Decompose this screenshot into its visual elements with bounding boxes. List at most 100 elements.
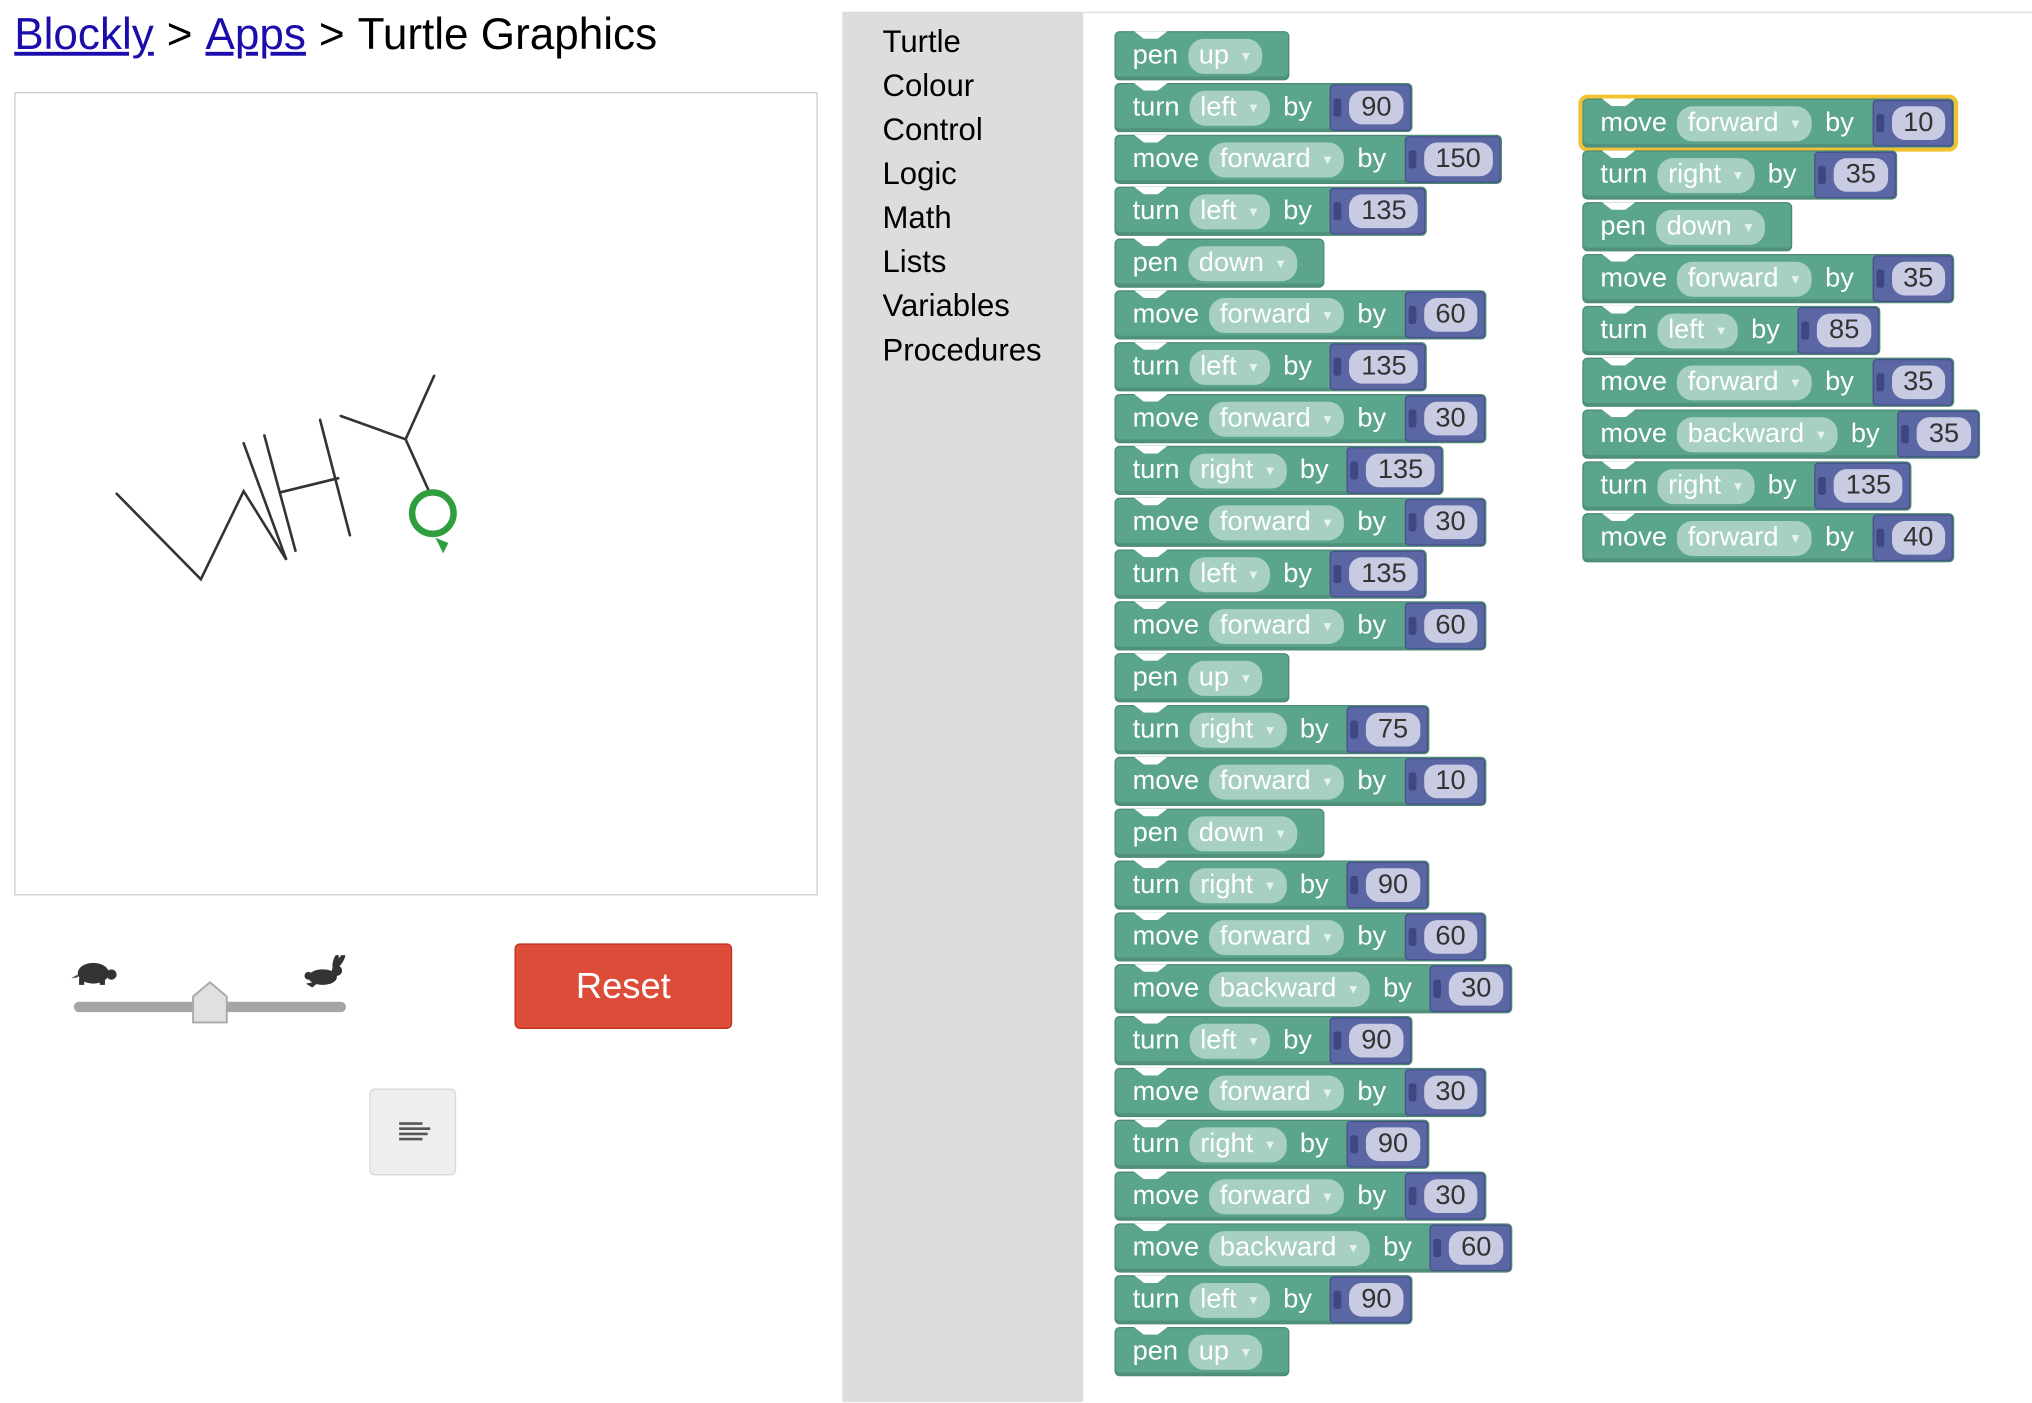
number-block[interactable]: 90 (1330, 1276, 1411, 1324)
direction-dropdown[interactable]: right ▾ (1657, 468, 1755, 504)
pen-block[interactable]: pen up ▾ (1114, 1327, 1290, 1377)
number-input[interactable]: 60 (1449, 1231, 1504, 1265)
number-block[interactable]: 135 (1330, 343, 1427, 391)
number-block[interactable]: 30 (1404, 395, 1486, 442)
number-block[interactable]: 60 (1404, 291, 1486, 339)
move-block[interactable]: move backward ▾ by 60 (1114, 1223, 1513, 1273)
number-input[interactable]: 90 (1366, 868, 1420, 902)
number-block[interactable]: 85 (1797, 307, 1879, 354)
direction-dropdown[interactable]: forward ▾ (1209, 401, 1345, 437)
direction-dropdown[interactable]: up ▾ (1188, 38, 1263, 74)
number-input[interactable]: 10 (1423, 764, 1478, 799)
direction-dropdown[interactable]: backward ▾ (1209, 1230, 1371, 1266)
category-logic[interactable]: Logic (883, 157, 957, 193)
number-block[interactable]: 35 (1897, 410, 1979, 458)
direction-dropdown[interactable]: forward ▾ (1209, 504, 1345, 540)
pen-block[interactable]: pen up ▾ (1114, 653, 1290, 703)
direction-dropdown[interactable]: forward ▾ (1209, 919, 1345, 955)
speed-slider[interactable] (71, 952, 350, 1030)
number-input[interactable]: 30 (1423, 1075, 1478, 1110)
direction-dropdown[interactable]: left ▾ (1189, 193, 1271, 229)
move-block[interactable]: move forward ▾ by 10 (1114, 756, 1487, 807)
number-block[interactable]: 90 (1330, 1017, 1411, 1064)
number-input[interactable]: 135 (1349, 194, 1419, 229)
number-input[interactable]: 35 (1891, 261, 1946, 296)
number-input[interactable]: 35 (1834, 158, 1888, 192)
move-block[interactable]: move forward ▾ by 60 (1114, 912, 1487, 962)
turn-block[interactable]: turn right ▾ by 35 (1582, 150, 1897, 200)
pen-block[interactable]: pen down ▾ (1114, 808, 1325, 858)
direction-dropdown[interactable]: forward ▾ (1209, 297, 1345, 333)
direction-dropdown[interactable]: right ▾ (1189, 867, 1287, 903)
move-block[interactable]: move backward ▾ by 30 (1114, 964, 1513, 1014)
number-input[interactable]: 90 (1366, 1127, 1420, 1162)
slider-knob[interactable] (190, 981, 229, 1025)
number-block[interactable]: 30 (1404, 498, 1486, 546)
direction-dropdown[interactable]: left ▾ (1189, 556, 1271, 592)
number-input[interactable]: 90 (1349, 1023, 1404, 1058)
direction-dropdown[interactable]: right ▾ (1657, 157, 1755, 193)
move-block[interactable]: move forward ▾ by 30 (1114, 497, 1487, 547)
category-turtle[interactable]: Turtle (883, 25, 961, 61)
number-block[interactable]: 60 (1404, 913, 1486, 961)
direction-dropdown[interactable]: forward ▾ (1209, 608, 1345, 644)
turn-block[interactable]: turn left ▾ by 135 (1114, 186, 1428, 236)
direction-dropdown[interactable]: right ▾ (1189, 1126, 1287, 1162)
apps-link[interactable]: Apps (205, 10, 305, 59)
direction-dropdown[interactable]: up ▾ (1188, 1334, 1263, 1370)
direction-dropdown[interactable]: up ▾ (1188, 660, 1263, 696)
direction-dropdown[interactable]: forward ▾ (1677, 520, 1813, 556)
direction-dropdown[interactable]: left ▾ (1189, 1023, 1271, 1059)
number-block[interactable]: 90 (1330, 84, 1411, 131)
turn-block[interactable]: turn right ▾ by 135 (1114, 445, 1445, 496)
direction-dropdown[interactable]: down ▾ (1188, 245, 1298, 281)
turn-block[interactable]: turn right ▾ by 75 (1114, 704, 1429, 755)
direction-dropdown[interactable]: right ▾ (1189, 452, 1287, 488)
direction-dropdown[interactable]: down ▾ (1188, 815, 1298, 851)
move-block[interactable]: move forward ▾ by 35 (1582, 253, 1955, 304)
number-input[interactable]: 30 (1423, 505, 1478, 540)
block-workspace[interactable]: pen up ▾ turn left ▾ by 90 move forward ▾ by 150 turn… (1083, 11, 2032, 1403)
move-block[interactable]: move forward ▾ by 150 (1114, 134, 1502, 185)
move-block[interactable]: move forward ▾ by 60 (1114, 290, 1487, 340)
number-block[interactable]: 35 (1814, 151, 1896, 199)
turn-block[interactable]: turn left ▾ by 90 (1114, 82, 1413, 133)
number-input[interactable]: 35 (1891, 365, 1946, 400)
direction-dropdown[interactable]: forward ▾ (1677, 261, 1813, 297)
number-block[interactable]: 90 (1346, 861, 1428, 909)
show-code-button[interactable] (369, 1088, 457, 1176)
number-input[interactable]: 60 (1423, 298, 1478, 332)
number-block[interactable]: 30 (1429, 965, 1511, 1013)
number-input[interactable]: 30 (1423, 401, 1478, 436)
number-block[interactable]: 135 (1814, 462, 1911, 510)
reset-button[interactable]: Reset (514, 943, 733, 1029)
category-colour[interactable]: Colour (883, 69, 975, 105)
number-block[interactable]: 90 (1346, 1120, 1428, 1168)
direction-dropdown[interactable]: forward ▾ (1209, 141, 1345, 177)
turn-block[interactable]: turn right ▾ by 90 (1114, 1119, 1429, 1169)
category-procedures[interactable]: Procedures (883, 333, 1042, 369)
number-input[interactable]: 60 (1423, 920, 1478, 954)
direction-dropdown[interactable]: left ▾ (1189, 1282, 1271, 1318)
move-block[interactable]: move forward ▾ by 40 (1582, 513, 1955, 563)
move-block[interactable]: move forward ▾ by 30 (1114, 393, 1487, 444)
pen-block[interactable]: pen up ▾ (1114, 31, 1290, 81)
direction-dropdown[interactable]: forward ▾ (1209, 1178, 1345, 1214)
number-input[interactable]: 135 (1834, 469, 1903, 503)
turn-block[interactable]: turn right ▾ by 135 (1582, 461, 1912, 511)
number-input[interactable]: 40 (1891, 520, 1946, 555)
number-input[interactable]: 35 (1917, 417, 1971, 451)
number-block[interactable]: 35 (1872, 255, 1953, 302)
pen-block[interactable]: pen down ▾ (1114, 238, 1325, 288)
number-input[interactable]: 90 (1349, 90, 1404, 125)
turn-block[interactable]: turn left ▾ by 135 (1114, 342, 1428, 392)
pen-block[interactable]: pen down ▾ (1582, 202, 1793, 252)
number-block[interactable]: 135 (1330, 187, 1427, 235)
blockly-link[interactable]: Blockly (14, 10, 154, 59)
number-input[interactable]: 90 (1349, 1282, 1404, 1317)
category-control[interactable]: Control (883, 113, 983, 149)
number-input[interactable]: 150 (1423, 142, 1493, 177)
direction-dropdown[interactable]: forward ▾ (1209, 1074, 1345, 1110)
number-block[interactable]: 135 (1330, 550, 1427, 598)
category-math[interactable]: Math (883, 201, 952, 237)
